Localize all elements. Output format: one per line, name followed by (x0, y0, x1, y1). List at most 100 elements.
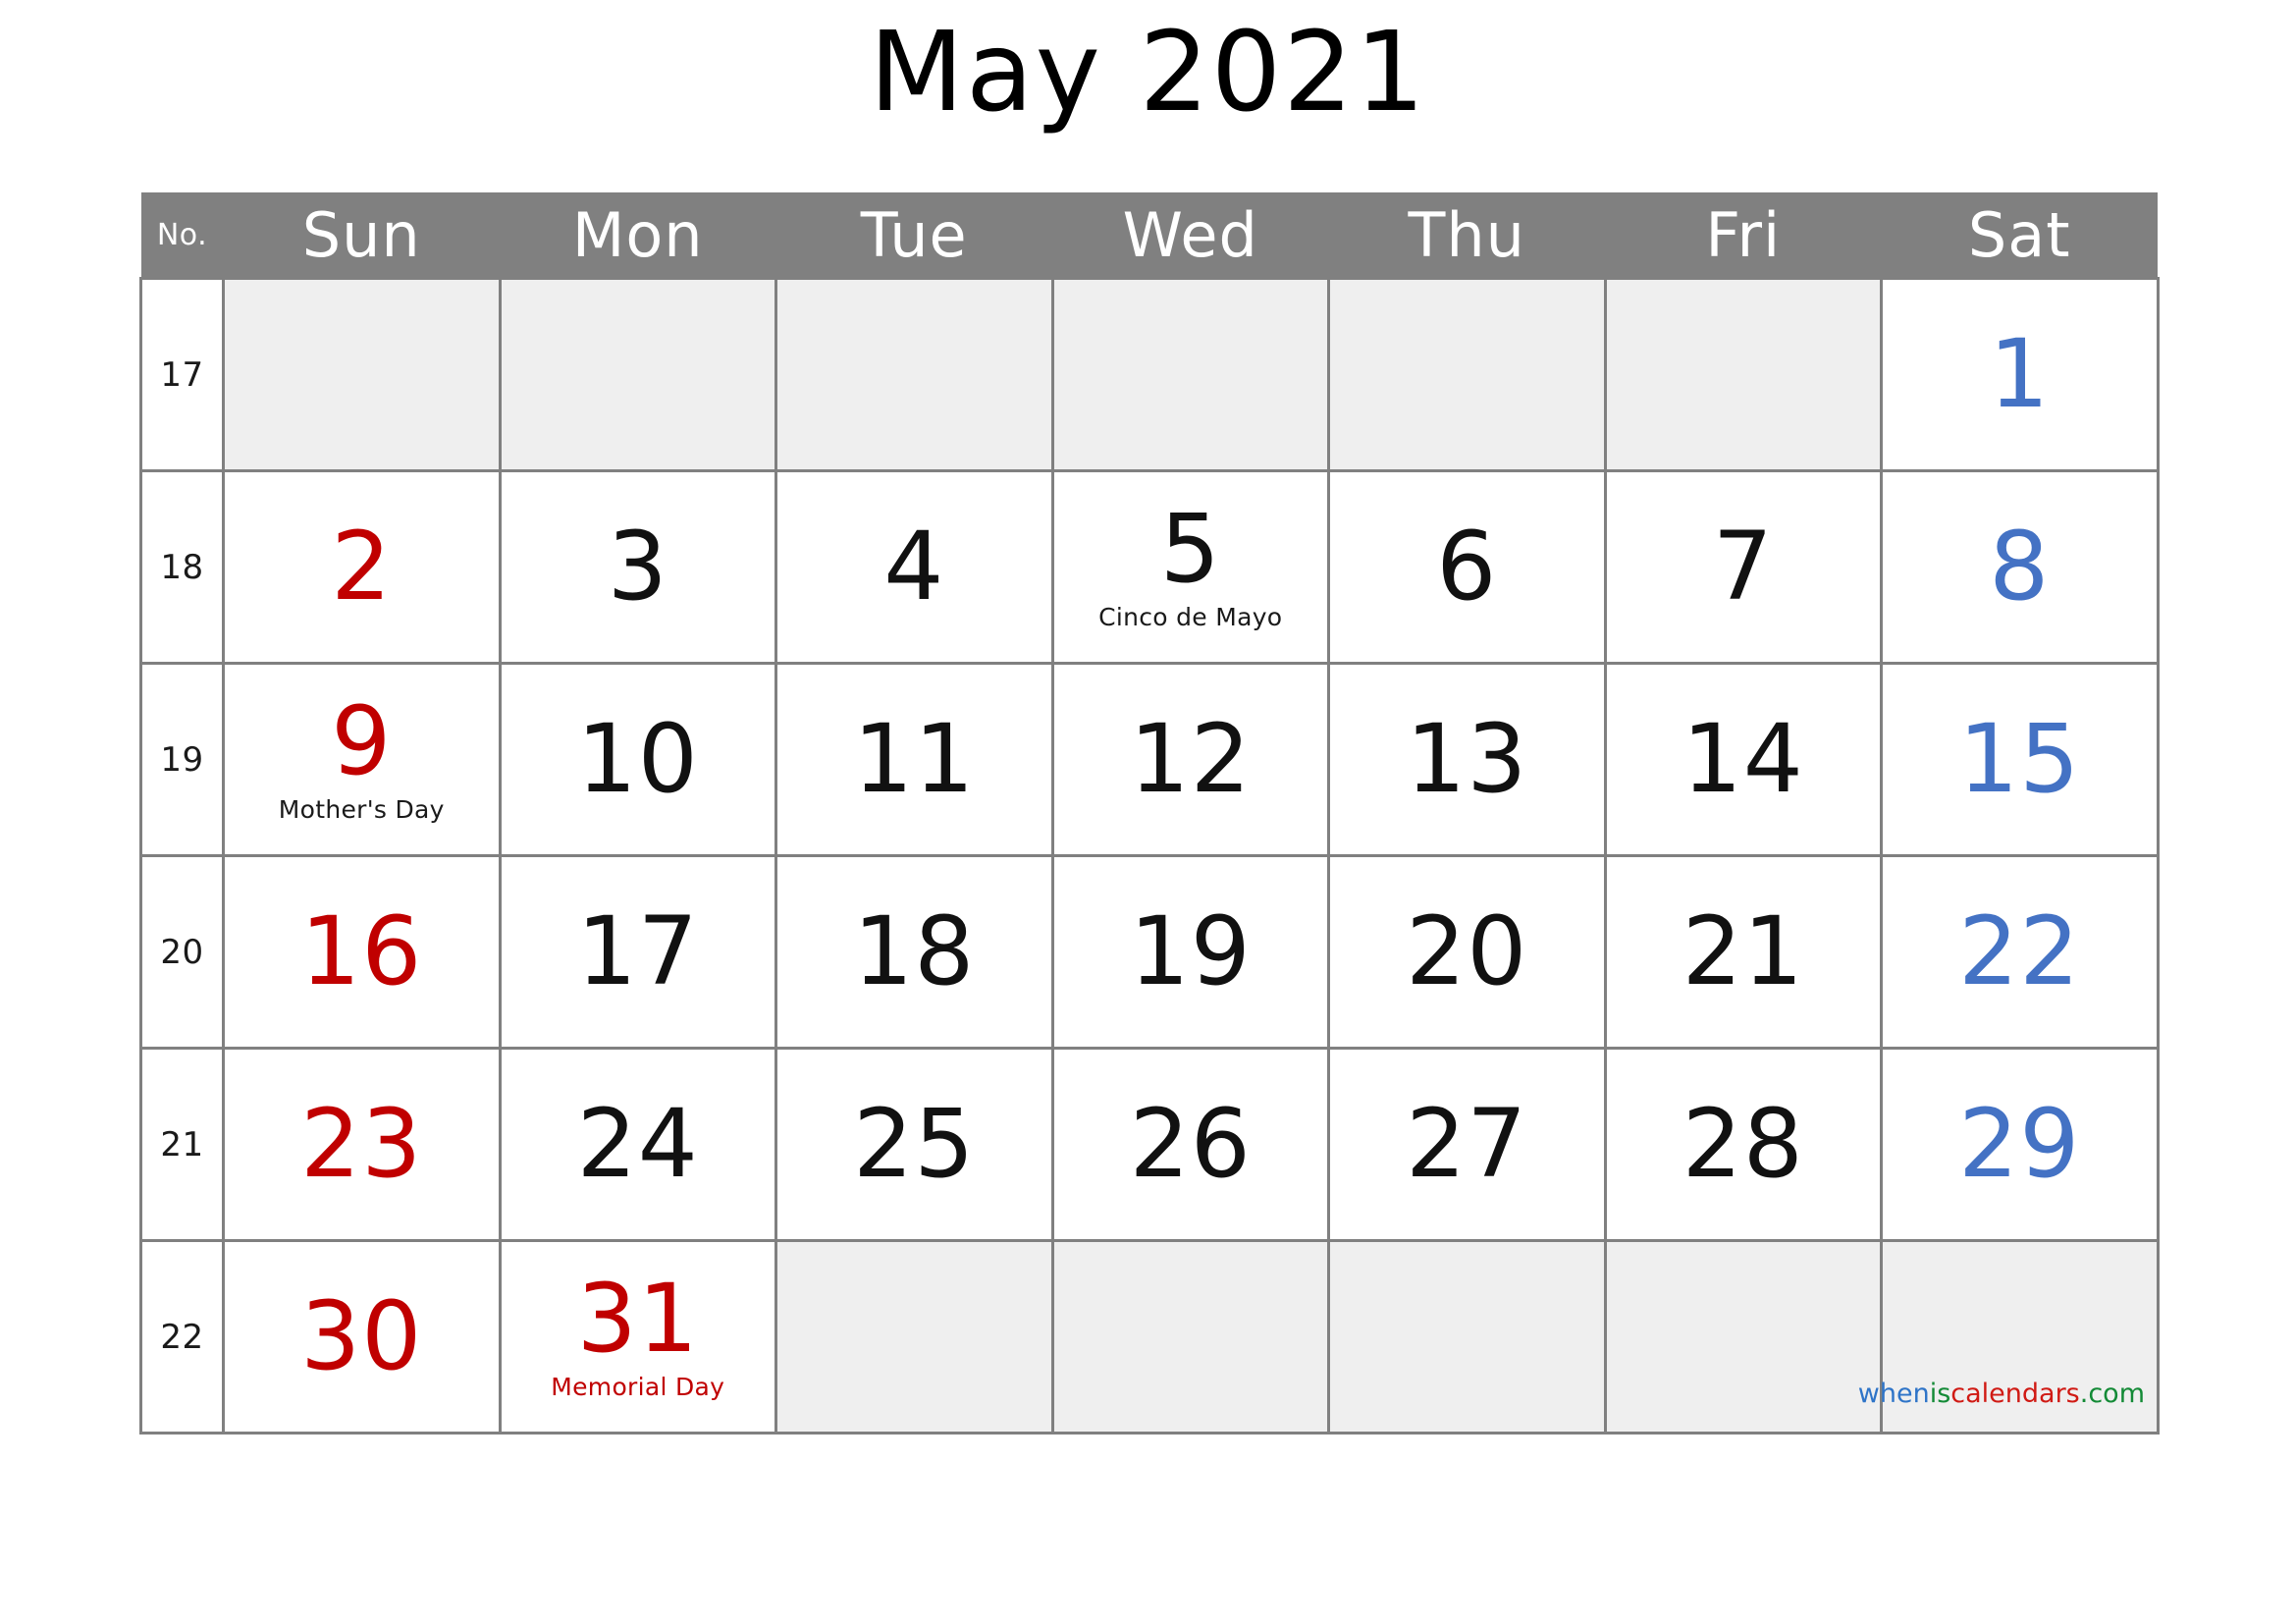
day-cell-empty (222, 277, 502, 472)
day-cell[interactable]: 19 (1050, 854, 1330, 1050)
day-cell-empty (1327, 1239, 1607, 1435)
column-header-mon: Mon (500, 192, 776, 279)
day-cell-content: 23 (225, 1050, 499, 1239)
calendar-week-row: 21 23 24 25 26 27 28 29 (139, 1047, 2160, 1242)
day-cell[interactable]: 6 (1327, 469, 1607, 665)
day-number: 2 (331, 511, 393, 622)
column-header-wed: Wed (1052, 192, 1329, 279)
column-header-no: No. (140, 192, 224, 279)
day-cell-content: 13 (1330, 665, 1604, 854)
day-number: 1 (1989, 318, 2051, 429)
calendar-grid: No. Sun Mon Tue Wed Thu Fri Sat 17 1 18 2 3 4 5 Cinco … (139, 192, 2160, 1435)
day-cell[interactable]: 24 (498, 1047, 777, 1242)
day-cell[interactable]: 18 (774, 854, 1054, 1050)
day-number: 17 (576, 895, 699, 1006)
day-number: 20 (1406, 895, 1528, 1006)
day-cell[interactable]: 20 (1327, 854, 1607, 1050)
day-cell[interactable]: 27 (1327, 1047, 1607, 1242)
day-cell[interactable]: 2 (222, 469, 502, 665)
day-cell[interactable]: 31 Memorial Day (498, 1239, 777, 1435)
day-number: 5 (1159, 494, 1221, 605)
day-cell-content: 9 Mother's Day (225, 665, 499, 854)
calendar-page: May 2021 No. Sun Mon Tue Wed Thu Fri Sat 17 1 18 2… (0, 0, 2296, 1624)
day-cell[interactable]: 14 (1603, 662, 1883, 857)
day-cell[interactable]: 28 (1603, 1047, 1883, 1242)
day-cell[interactable]: 11 (774, 662, 1054, 857)
day-cell-content: 17 (502, 857, 775, 1047)
day-cell[interactable]: 17 (498, 854, 777, 1050)
day-cell[interactable]: 8 (1880, 469, 2160, 665)
watermark-part-when: when (1857, 1379, 1930, 1409)
calendar-week-row: 22 30 31 Memorial Day (139, 1239, 2160, 1435)
day-cell[interactable]: 21 (1603, 854, 1883, 1050)
day-cell-content: 19 (1054, 857, 1328, 1047)
page-title: May 2021 (869, 9, 1427, 136)
day-cell-content: 20 (1330, 857, 1604, 1047)
day-cell-empty (774, 277, 1054, 472)
day-number: 31 (576, 1264, 699, 1375)
site-watermark[interactable]: wheniscalendars.com (1858, 1379, 2145, 1409)
watermark-part-is: is (1929, 1379, 1951, 1409)
day-number: 12 (1129, 703, 1252, 814)
day-cell-content: 8 (1883, 472, 2157, 662)
day-cell-content: 18 (777, 857, 1051, 1047)
day-cell[interactable]: 16 (222, 854, 502, 1050)
day-cell[interactable]: 25 (774, 1047, 1054, 1242)
day-cell-content: 28 (1607, 1050, 1881, 1239)
day-cell[interactable]: 7 (1603, 469, 1883, 665)
day-cell[interactable]: 4 (774, 469, 1054, 665)
day-number: 27 (1406, 1088, 1528, 1199)
day-number: 10 (576, 703, 699, 814)
day-cell-empty (1050, 1239, 1330, 1435)
day-cell[interactable]: 29 (1880, 1047, 2160, 1242)
day-cell-empty (1603, 1239, 1883, 1435)
day-cell-content: 26 (1054, 1050, 1328, 1239)
holiday-label: Mother's Day (278, 794, 445, 824)
day-cell[interactable]: 23 (222, 1047, 502, 1242)
day-number: 24 (576, 1088, 699, 1199)
day-cell[interactable]: 13 (1327, 662, 1607, 857)
day-cell-content: 11 (777, 665, 1051, 854)
day-cell-content: 14 (1607, 665, 1881, 854)
day-number: 14 (1682, 703, 1804, 814)
day-number: 28 (1682, 1088, 1804, 1199)
day-cell[interactable]: 1 (1880, 277, 2160, 472)
week-number-cell: 19 (139, 662, 225, 857)
holiday-label: Memorial Day (551, 1372, 725, 1401)
week-number-cell: 21 (139, 1047, 225, 1242)
day-number: 30 (300, 1280, 423, 1391)
day-cell-content: 31 Memorial Day (502, 1242, 775, 1432)
week-number-cell: 20 (139, 854, 225, 1050)
day-number: 15 (1958, 703, 2081, 814)
day-cell[interactable]: 15 (1880, 662, 2160, 857)
day-cell[interactable]: 26 (1050, 1047, 1330, 1242)
column-header-tue: Tue (775, 192, 1052, 279)
day-cell[interactable]: 3 (498, 469, 777, 665)
column-header-thu: Thu (1328, 192, 1605, 279)
day-cell[interactable]: 9 Mother's Day (222, 662, 502, 857)
day-cell-content: 21 (1607, 857, 1881, 1047)
day-number: 4 (883, 511, 945, 622)
day-cell[interactable]: 10 (498, 662, 777, 857)
day-cell-content: 24 (502, 1050, 775, 1239)
calendar-header-row: No. Sun Mon Tue Wed Thu Fri Sat (140, 192, 2158, 279)
holiday-label: Cinco de Mayo (1098, 602, 1283, 631)
day-cell-empty (1050, 277, 1330, 472)
day-number: 6 (1436, 511, 1498, 622)
day-number: 22 (1958, 895, 2081, 1006)
day-cell[interactable]: 22 (1880, 854, 2160, 1050)
day-cell[interactable]: 12 (1050, 662, 1330, 857)
day-cell-content: 22 (1883, 857, 2157, 1047)
day-cell[interactable]: 5 Cinco de Mayo (1050, 469, 1330, 665)
calendar-week-row: 17 1 (139, 277, 2160, 472)
day-cell[interactable]: 30 (222, 1239, 502, 1435)
day-cell-content: 6 (1330, 472, 1604, 662)
week-number-cell: 22 (139, 1239, 225, 1435)
watermark-part-com: .com (2079, 1379, 2145, 1409)
day-cell-content: 16 (225, 857, 499, 1047)
day-cell-content: 27 (1330, 1050, 1604, 1239)
day-cell-empty (1603, 277, 1883, 472)
day-cell-content: 5 Cinco de Mayo (1054, 472, 1328, 662)
day-cell-empty (498, 277, 777, 472)
day-cell-content: 1 (1883, 280, 2157, 469)
